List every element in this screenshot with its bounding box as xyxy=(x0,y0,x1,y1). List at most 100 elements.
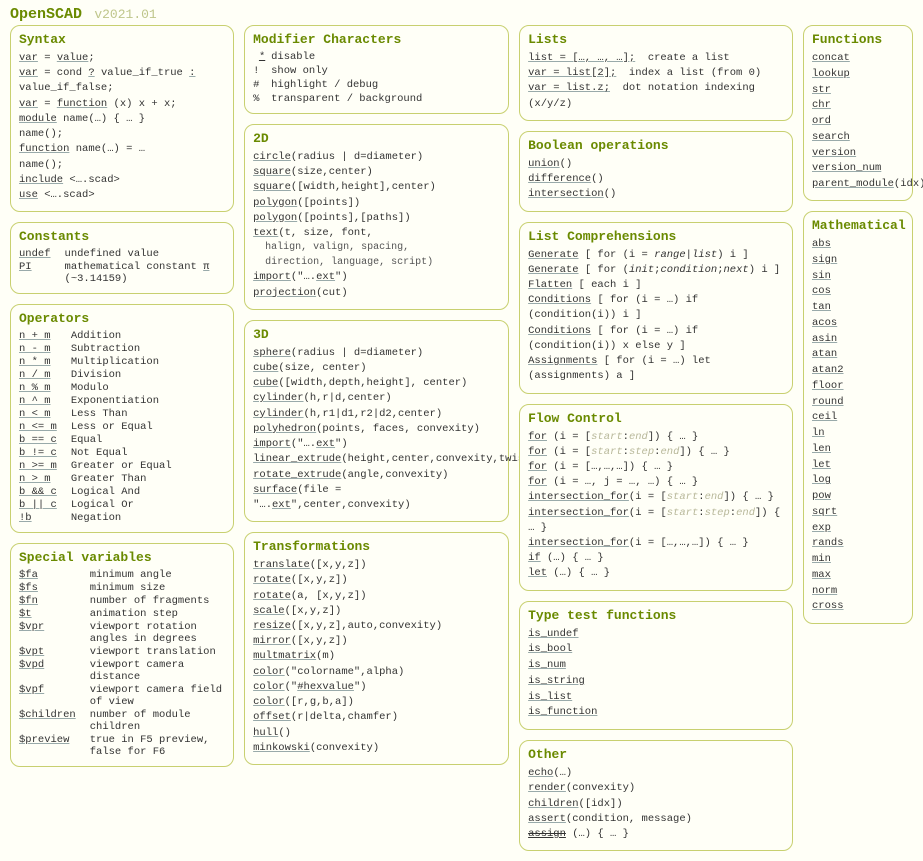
code-line[interactable]: var = cond ? value_if_true : value_if_fa… xyxy=(19,66,225,96)
code-line[interactable]: color([r,g,b,a]) xyxy=(253,695,500,710)
term[interactable]: PI xyxy=(19,261,32,285)
code-line[interactable]: for (i = …, j = …, …) { … } xyxy=(528,475,784,490)
term[interactable]: !b xyxy=(19,512,32,524)
code-line[interactable]: import("….ext") xyxy=(253,270,500,285)
term[interactable]: $preview xyxy=(19,734,69,758)
code-line[interactable]: include <….scad> xyxy=(19,173,225,188)
function-link[interactable]: rands xyxy=(812,537,844,549)
term[interactable]: b || c xyxy=(19,499,57,511)
code-line[interactable]: intersection_for(i = [start:step:end]) {… xyxy=(528,506,784,536)
function-link[interactable]: atan xyxy=(812,348,837,360)
term[interactable]: $vpt xyxy=(19,646,44,658)
function-link[interactable]: ln xyxy=(812,427,825,439)
term[interactable]: $children xyxy=(19,709,76,733)
function-link[interactable]: let xyxy=(812,459,831,471)
term[interactable]: n % m xyxy=(19,382,51,394)
term[interactable]: n * m xyxy=(19,356,51,368)
term[interactable]: n < m xyxy=(19,408,51,420)
code-line[interactable]: polygon([points]) xyxy=(253,196,500,211)
code-line[interactable]: projection(cut) xyxy=(253,286,500,301)
code-line[interactable]: Conditions [ for (i = …) if (condition(i… xyxy=(528,293,784,323)
function-link[interactable]: search xyxy=(812,131,850,143)
code-line[interactable]: Conditions [ for (i = …) if (condition(i… xyxy=(528,324,784,354)
code-line[interactable]: import("….ext") xyxy=(253,437,500,452)
function-link[interactable]: version_num xyxy=(812,162,881,174)
code-line[interactable]: scale([x,y,z]) xyxy=(253,604,500,619)
term[interactable]: $fs xyxy=(19,582,38,594)
code-line[interactable]: resize([x,y,z],auto,convexity) xyxy=(253,619,500,634)
term[interactable]: b != c xyxy=(19,447,57,459)
code-line[interactable]: polyhedron(points, faces, convexity) xyxy=(253,422,500,437)
code-line[interactable]: linear_extrude(height,center,convexity,t… xyxy=(253,452,500,467)
code-line[interactable]: let (…) { … } xyxy=(528,566,784,581)
code-line[interactable]: echo(…) xyxy=(528,766,784,781)
function-link[interactable]: sin xyxy=(812,270,831,282)
function-link[interactable]: norm xyxy=(812,585,837,597)
code-line[interactable]: for (i = [start:end]) { … } xyxy=(528,430,784,445)
code-line[interactable]: polygon([points],[paths]) xyxy=(253,211,500,226)
function-link[interactable]: tan xyxy=(812,301,831,313)
code-line[interactable]: Generate [ for (init;condition;next) i ] xyxy=(528,263,784,278)
function-link[interactable]: round xyxy=(812,396,844,408)
modifier-char[interactable]: % xyxy=(253,93,271,105)
code-line[interactable]: difference() xyxy=(528,172,784,187)
code-line[interactable]: assign (…) { … } xyxy=(528,827,784,842)
code-line[interactable]: multmatrix(m) xyxy=(253,649,500,664)
term[interactable]: $vpr xyxy=(19,621,44,645)
term[interactable]: $vpf xyxy=(19,684,44,708)
modifier-char[interactable]: * xyxy=(253,51,271,63)
term[interactable]: n - m xyxy=(19,343,51,355)
code-line[interactable]: var = list[2]; index a list (from 0) xyxy=(528,66,784,81)
modifier-char[interactable]: ! xyxy=(253,65,271,77)
function-link[interactable]: is_function xyxy=(528,706,597,718)
code-line[interactable]: intersection_for(i = [start:end]) { … } xyxy=(528,490,784,505)
term[interactable]: $vpd xyxy=(19,659,44,683)
function-link[interactable]: is_bool xyxy=(528,643,572,655)
code-line[interactable]: rotate_extrude(angle,convexity) xyxy=(253,468,500,483)
code-line[interactable]: intersection_for(i = […,…,…]) { … } xyxy=(528,536,784,551)
code-line[interactable]: rotate(a, [x,y,z]) xyxy=(253,589,500,604)
function-link[interactable]: sign xyxy=(812,254,837,266)
function-link[interactable]: lookup xyxy=(812,68,850,80)
code-line[interactable]: union() xyxy=(528,157,784,172)
term[interactable]: n > m xyxy=(19,473,51,485)
function-link[interactable]: chr xyxy=(812,99,831,111)
code-line[interactable]: if (…) { … } xyxy=(528,551,784,566)
function-link[interactable]: is_list xyxy=(528,691,572,703)
code-line[interactable]: circle(radius | d=diameter) xyxy=(253,150,500,165)
function-link[interactable]: cross xyxy=(812,600,844,612)
term[interactable]: n <= m xyxy=(19,421,57,433)
function-link[interactable]: max xyxy=(812,569,831,581)
parent-module-link[interactable]: parent_module(idx) xyxy=(812,177,904,192)
code-line[interactable]: cube([width,depth,height], center) xyxy=(253,376,500,391)
code-line[interactable]: color("colorname",alpha) xyxy=(253,665,500,680)
code-line[interactable]: Assignments [ for (i = …) let (assignmen… xyxy=(528,354,784,384)
code-line[interactable]: intersection() xyxy=(528,187,784,202)
function-link[interactable]: is_undef xyxy=(528,628,578,640)
code-line[interactable]: var = value; xyxy=(19,51,225,66)
function-link[interactable]: log xyxy=(812,474,831,486)
code-line[interactable]: cube(size, center) xyxy=(253,361,500,376)
code-line[interactable]: for (i = […,…,…]) { … } xyxy=(528,460,784,475)
code-line[interactable]: surface(file = "….ext",center,convexity) xyxy=(253,483,500,513)
code-line[interactable]: function name(…) = …name(); xyxy=(19,142,225,172)
term[interactable]: $t xyxy=(19,608,32,620)
code-line[interactable]: for (i = [start:step:end]) { … } xyxy=(528,445,784,460)
function-link[interactable]: asin xyxy=(812,333,837,345)
term[interactable]: n ^ m xyxy=(19,395,51,407)
function-link[interactable]: version xyxy=(812,147,856,159)
code-line[interactable]: square([width,height],center) xyxy=(253,180,500,195)
code-line[interactable]: use <….scad> xyxy=(19,188,225,203)
function-link[interactable]: exp xyxy=(812,522,831,534)
code-line[interactable]: translate([x,y,z]) xyxy=(253,558,500,573)
term[interactable]: n + m xyxy=(19,330,51,342)
code-line[interactable]: render(convexity) xyxy=(528,781,784,796)
code-line[interactable]: text(t, size, font,halign, valign, spaci… xyxy=(253,226,500,270)
code-line[interactable]: Generate [ for (i = range|list) i ] xyxy=(528,248,784,263)
function-link[interactable]: acos xyxy=(812,317,837,329)
code-line[interactable]: assert(condition, message) xyxy=(528,812,784,827)
code-line[interactable]: sphere(radius | d=diameter) xyxy=(253,346,500,361)
function-link[interactable]: sqrt xyxy=(812,506,837,518)
function-link[interactable]: floor xyxy=(812,380,844,392)
function-link[interactable]: atan2 xyxy=(812,364,844,376)
